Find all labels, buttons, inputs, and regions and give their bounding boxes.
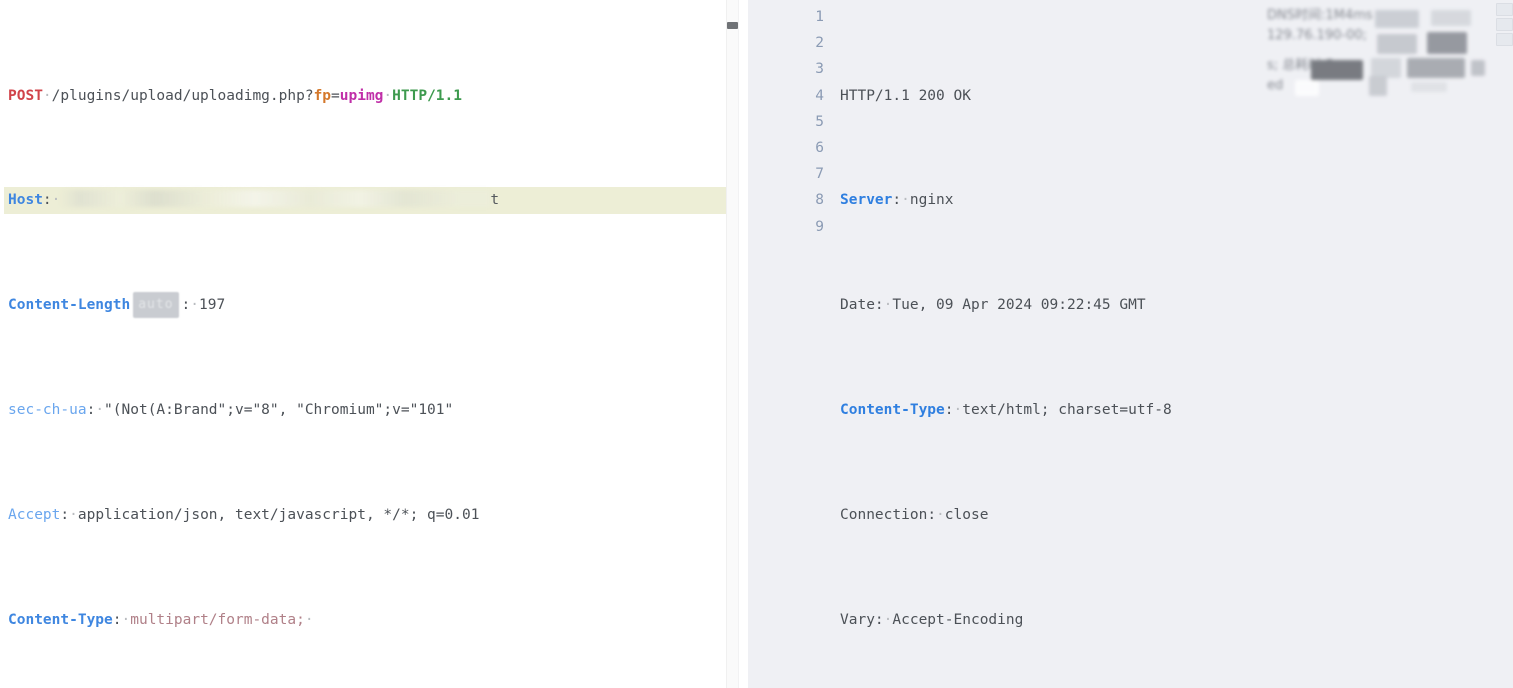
space-dot: ·	[69, 506, 78, 523]
response-status-line: HTTP/1.1 200 OK	[840, 83, 1501, 109]
request-scrollbar[interactable]	[726, 0, 738, 688]
header-name-content-type: Content-Type	[8, 611, 113, 628]
space-dot: ·	[936, 506, 945, 523]
header-name-accept: Accept	[8, 506, 61, 523]
line-number: 8	[815, 192, 824, 209]
header-value-accept: application/json, text/javascript, */*; …	[77, 506, 480, 523]
colon: :	[874, 611, 884, 628]
resp-header-value-content-type: text/html; charset=utf-8	[962, 402, 1172, 419]
colon: :	[42, 192, 52, 209]
http-inspector: POST·/plugins/upload/uploadimg.php?fp=up…	[0, 0, 1513, 688]
space-dot: ·	[190, 297, 199, 314]
toolbar-button-icon[interactable]	[1496, 18, 1513, 31]
request-method: POST	[8, 87, 43, 104]
space-dot: ·	[901, 192, 910, 209]
colon: :	[86, 402, 96, 419]
header-value-sec-ch-ua: "(Not(A:Brand";v="8", "Chromium";v="101"	[104, 402, 454, 419]
response-header-row: Server:·nginx	[840, 187, 1501, 213]
line-number: 2	[815, 35, 824, 52]
colon: :	[181, 297, 191, 314]
header-name-content-length: Content-Length	[8, 297, 131, 314]
colon: :	[892, 192, 902, 209]
space-dot: ·	[953, 402, 963, 419]
line-number: 7	[815, 166, 824, 183]
space-dot: ·	[383, 87, 393, 104]
line-number: 6	[815, 140, 824, 157]
response-lines: HTTP/1.1 200 OK Server:·nginx Date:·Tue,…	[840, 4, 1513, 688]
request-path: /plugins/upload/uploadimg.php?	[51, 87, 314, 104]
response-panel[interactable]: 1 2 3 4 5 6 7 8 9 HTTP/1.1 200 OK Server…	[748, 0, 1513, 688]
line-number: 9	[815, 218, 824, 235]
resp-header-name-connection: Connection	[840, 506, 928, 523]
colon: :	[112, 611, 122, 628]
response-raw-text[interactable]: 1 2 3 4 5 6 7 8 9 HTTP/1.1 200 OK Server…	[748, 0, 1513, 688]
response-header-row: Vary:·Accept-Encoding	[840, 607, 1501, 633]
colon: :	[60, 506, 70, 523]
query-param-key: fp	[313, 87, 332, 104]
auto-badge[interactable]: auto	[133, 292, 179, 319]
request-start-line: POST·/plugins/upload/uploadimg.php?fp=up…	[4, 83, 748, 109]
request-raw-text[interactable]: POST·/plugins/upload/uploadimg.php?fp=up…	[0, 0, 748, 688]
resp-header-name-server: Server	[840, 192, 893, 209]
host-value-tail: t	[490, 192, 500, 209]
request-scrollbar-thumb[interactable]	[727, 22, 738, 29]
panel-divider[interactable]	[738, 0, 748, 688]
header-row: Accept:·application/json, text/javascrip…	[4, 502, 748, 528]
query-param-eq: =	[331, 87, 340, 104]
header-value-content-length: 197	[199, 297, 226, 314]
header-value-content-type: multipart/form-data;	[130, 611, 305, 628]
resp-header-value-vary: Accept-Encoding	[892, 611, 1024, 628]
response-toolbar[interactable]	[1496, 3, 1513, 48]
query-param-value: upimg	[339, 87, 384, 104]
colon: :	[944, 402, 954, 419]
response-header-row: Connection:·close	[840, 502, 1501, 528]
resp-header-value-connection: close	[944, 506, 989, 523]
request-panel[interactable]: POST·/plugins/upload/uploadimg.php?fp=up…	[0, 0, 748, 688]
status-line-text: HTTP/1.1 200 OK	[840, 87, 971, 104]
space-dot: ·	[95, 402, 105, 419]
redacted-host-value	[60, 190, 491, 208]
response-header-row: Date:·Tue, 09 Apr 2024 09:22:45 GMT	[840, 292, 1501, 318]
line-number: 3	[815, 61, 824, 78]
header-row: Content-Length auto:·197	[4, 292, 748, 319]
line-number: 1	[815, 9, 824, 25]
response-header-row: Content-Type:·text/html; charset=utf-8	[840, 397, 1501, 423]
request-protocol: HTTP/1.1	[392, 87, 462, 104]
header-row: sec-ch-ua:·"(Not(A:Brand";v="8", "Chromi…	[4, 397, 748, 423]
resp-header-value-date: Tue, 09 Apr 2024 09:22:45 GMT	[892, 297, 1146, 314]
colon: :	[927, 506, 937, 523]
space-dot: ·	[304, 611, 314, 628]
header-name-host: Host	[8, 192, 43, 209]
space-dot: ·	[51, 192, 61, 209]
toolbar-button-icon[interactable]	[1496, 3, 1513, 16]
header-name-sec-ch-ua: sec-ch-ua	[8, 402, 87, 419]
toolbar-button-icon[interactable]	[1496, 33, 1513, 46]
resp-header-value-server: nginx	[909, 192, 954, 209]
colon: :	[874, 297, 884, 314]
header-host-row: Host:· t	[4, 187, 748, 214]
resp-header-name-date: Date	[840, 297, 875, 314]
line-number-gutter: 1 2 3 4 5 6 7 8 9	[748, 4, 840, 688]
line-number: 5	[815, 113, 824, 130]
space-dot: ·	[121, 611, 131, 628]
space-dot: ·	[42, 87, 52, 104]
resp-header-name-vary: Vary	[840, 611, 875, 628]
resp-header-name-content-type: Content-Type	[840, 402, 945, 419]
line-number: 4	[815, 87, 824, 104]
header-row: Content-Type:·multipart/form-data;·	[4, 607, 748, 633]
